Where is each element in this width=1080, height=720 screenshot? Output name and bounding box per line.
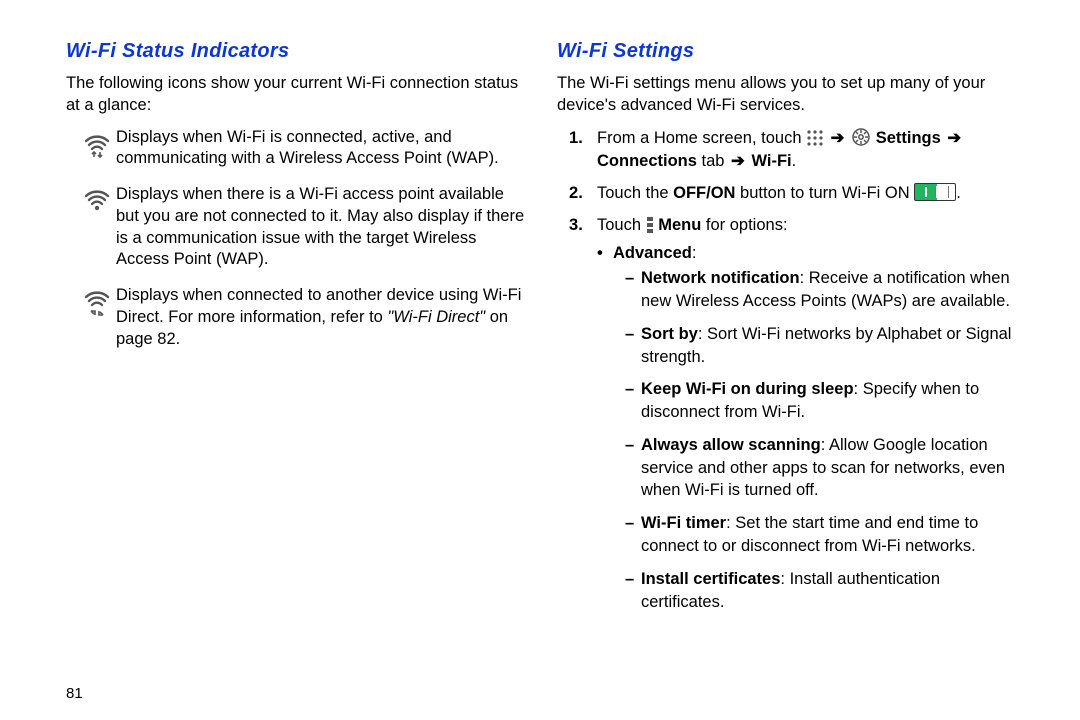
menu-dots-icon: [646, 216, 654, 234]
advanced-item: Install certificates: Install authentica…: [625, 568, 1020, 614]
item-label: Keep Wi-Fi on during sleep: [641, 380, 854, 398]
cross-reference: "Wi-Fi Direct": [387, 308, 485, 326]
advanced-item: Sort by: Sort Wi-Fi networks by Alphabet…: [625, 323, 1020, 369]
manual-page: Wi-Fi Status Indicators The following ic…: [0, 0, 1080, 720]
left-intro: The following icons show your current Wi…: [66, 73, 529, 117]
status-row: Displays when connected to another devic…: [78, 285, 529, 350]
step3-suffix: for options:: [701, 216, 787, 234]
right-heading: Wi-Fi Settings: [557, 40, 1020, 63]
wifi-direct-icon: [78, 285, 116, 317]
step2-mid: button to turn Wi-Fi ON: [735, 184, 914, 202]
steps-list: From a Home screen, touch ➔: [569, 127, 1020, 614]
advanced-bullet: Advanced: Network notification: Receive …: [597, 242, 1020, 613]
arrow-icon: ➔: [829, 129, 847, 147]
colon: :: [692, 244, 697, 262]
period: .: [956, 184, 961, 202]
options-bullets: Advanced: Network notification: Receive …: [597, 242, 1020, 613]
status-row-text: Displays when there is a Wi-Fi access po…: [116, 184, 529, 271]
item-label: Sort by: [641, 325, 698, 343]
advanced-item: Network notification: Receive a notifica…: [625, 267, 1020, 313]
tab-word: tab: [697, 152, 729, 170]
item-label: Install certificates: [641, 570, 780, 588]
status-icon-table: Displays when Wi-Fi is connected, active…: [78, 127, 529, 351]
step-2: Touch the OFF/ON button to turn Wi-Fi ON…: [569, 182, 1020, 206]
connections-label: Connections: [597, 152, 697, 170]
menu-label: Menu: [658, 216, 701, 234]
wifi-active-icon: [78, 127, 116, 159]
wifi-available-icon: [78, 184, 116, 212]
settings-gear-icon: [851, 127, 871, 147]
left-heading: Wi-Fi Status Indicators: [66, 40, 529, 63]
item-label: Always allow scanning: [641, 436, 821, 454]
step-1: From a Home screen, touch ➔: [569, 127, 1020, 175]
left-column: Wi-Fi Status Indicators The following ic…: [66, 40, 557, 720]
wifi-label: Wi-Fi: [751, 152, 791, 170]
step2-prefix: Touch the: [597, 184, 673, 202]
arrow-icon: ➔: [729, 152, 747, 170]
item-label: Network notification: [641, 269, 800, 287]
settings-label: Settings: [876, 129, 941, 147]
advanced-item: Keep Wi-Fi on during sleep: Specify when…: [625, 378, 1020, 424]
right-intro: The Wi-Fi settings menu allows you to se…: [557, 73, 1020, 117]
status-row: Displays when there is a Wi-Fi access po…: [78, 184, 529, 271]
step-3: Touch Menu for options: Advanced: Networ…: [569, 214, 1020, 613]
advanced-items: Network notification: Receive a notifica…: [625, 267, 1020, 613]
apps-grid-icon: [806, 129, 824, 147]
step3-prefix: Touch: [597, 216, 646, 234]
advanced-item: Wi-Fi timer: Set the start time and end …: [625, 512, 1020, 558]
status-row-text: Displays when Wi-Fi is connected, active…: [116, 127, 529, 171]
status-row-text: Displays when connected to another devic…: [116, 285, 529, 350]
advanced-label: Advanced: [613, 244, 692, 262]
period: .: [792, 152, 797, 170]
item-label: Wi-Fi timer: [641, 514, 726, 532]
page-number: 81: [66, 685, 83, 702]
right-column: Wi-Fi Settings The Wi-Fi settings menu a…: [557, 40, 1040, 720]
offon-label: OFF/ON: [673, 184, 735, 202]
arrow-icon: ➔: [945, 129, 963, 147]
step1-prefix: From a Home screen, touch: [597, 129, 806, 147]
status-row: Displays when Wi-Fi is connected, active…: [78, 127, 529, 171]
toggle-on-icon: [914, 183, 956, 201]
advanced-item: Always allow scanning: Allow Google loca…: [625, 434, 1020, 502]
